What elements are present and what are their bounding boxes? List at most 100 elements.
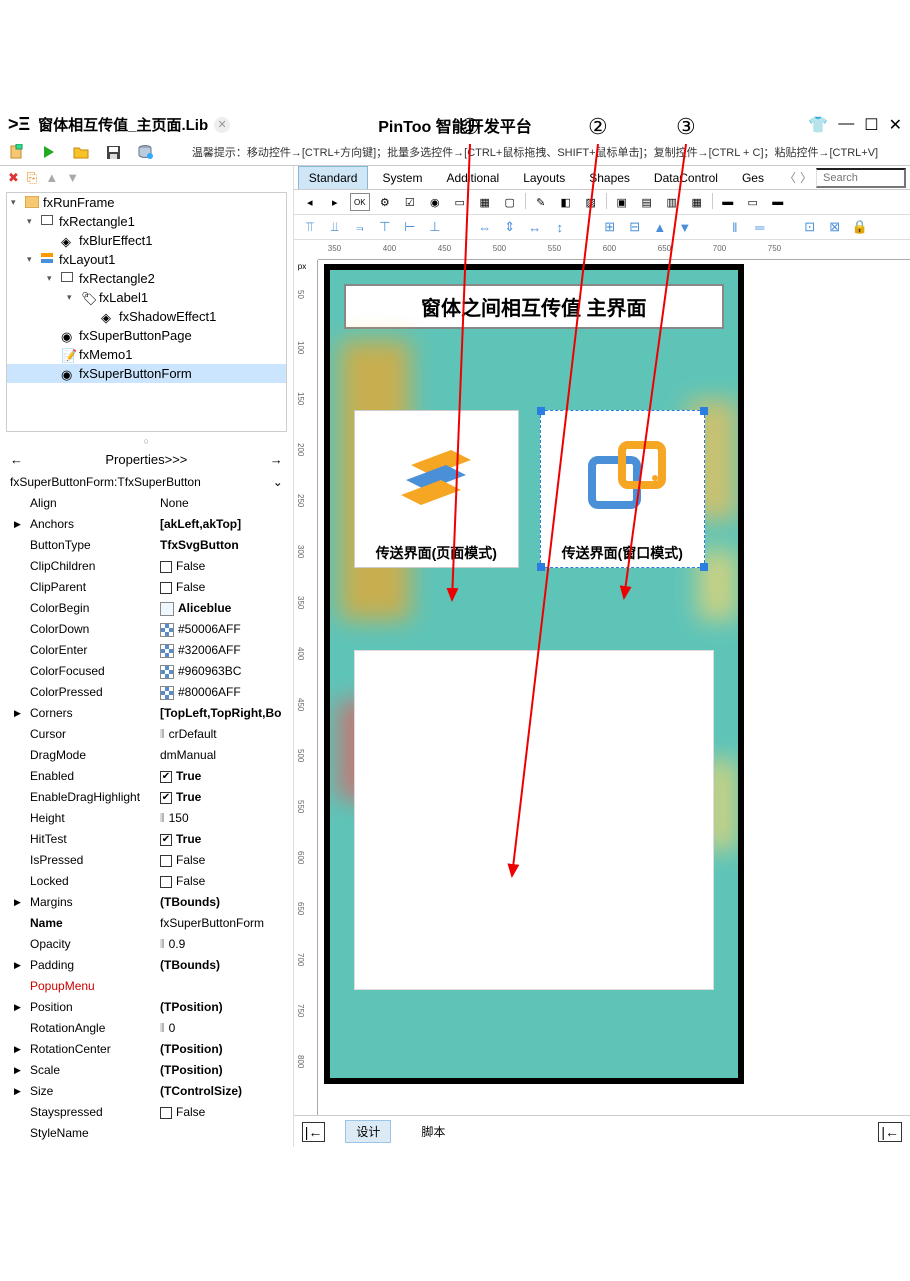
property-value[interactable]: ✔ True bbox=[160, 830, 283, 849]
bring-front-icon[interactable]: ▲ bbox=[650, 218, 670, 236]
property-value[interactable]: None bbox=[160, 494, 283, 513]
grid-comp-icon[interactable]: ▦ bbox=[475, 193, 495, 211]
down-arrow-icon[interactable]: ▼ bbox=[66, 170, 79, 186]
group-icon[interactable]: ⊡ bbox=[800, 218, 820, 236]
property-value[interactable]: (TBounds) bbox=[160, 893, 283, 912]
property-row[interactable]: ButtonTypeTfxSvgButton bbox=[0, 535, 293, 556]
mask-icon[interactable]: ▣ bbox=[612, 193, 632, 211]
tab-design[interactable]: 设计 bbox=[345, 1120, 391, 1143]
checkbox-icon[interactable] bbox=[160, 561, 172, 573]
checkbox-icon[interactable]: ✔ bbox=[160, 834, 172, 846]
tab-standard[interactable]: Standard bbox=[298, 166, 369, 189]
property-row[interactable]: Cursor⫼ crDefault bbox=[0, 724, 293, 745]
tabs-next-icon[interactable]: 〉 bbox=[800, 169, 812, 186]
property-row[interactable]: ▶Padding(TBounds) bbox=[0, 955, 293, 976]
object-selector[interactable]: fxSuperButtonForm:TfxSuperButton ⌄ bbox=[0, 471, 293, 493]
property-value[interactable]: False bbox=[160, 578, 283, 597]
align-left-icon[interactable]: ⫪ bbox=[300, 218, 320, 236]
property-value[interactable]: ⫼ 0 bbox=[160, 1019, 283, 1038]
new-icon[interactable] bbox=[8, 143, 26, 161]
tree-node-sbpage[interactable]: ◉fxSuperButtonPage bbox=[7, 326, 286, 345]
property-value[interactable]: #960963BC bbox=[160, 662, 283, 681]
close-button[interactable]: ✕ bbox=[889, 115, 902, 135]
property-value[interactable]: #80006AFF bbox=[160, 683, 283, 702]
maximize-button[interactable]: ☐ bbox=[864, 115, 878, 135]
center-h-icon[interactable]: ⊞ bbox=[600, 218, 620, 236]
close-tab-button[interactable]: ✕ bbox=[214, 117, 230, 133]
property-value[interactable]: TfxSvgButton bbox=[160, 536, 283, 555]
chevron-down-icon[interactable]: ⌄ bbox=[273, 475, 283, 489]
database-icon[interactable] bbox=[136, 143, 154, 161]
super-button-page[interactable]: 传送界面(页面模式) bbox=[354, 410, 519, 568]
ungroup-icon[interactable]: ⊠ bbox=[825, 218, 845, 236]
property-row[interactable]: ▶Anchors[akLeft,akTop] bbox=[0, 514, 293, 535]
collapse-right-icon[interactable]: |← bbox=[878, 1122, 902, 1142]
property-row[interactable]: Enabled✔ True bbox=[0, 766, 293, 787]
property-value[interactable]: ⫼ crDefault bbox=[160, 725, 283, 744]
property-row[interactable]: ColorBegin Aliceblue bbox=[0, 598, 293, 619]
checkbox-icon[interactable]: ✔ bbox=[160, 792, 172, 804]
properties-label[interactable]: Properties>>> bbox=[105, 452, 187, 467]
property-value[interactable]: ✔ True bbox=[160, 767, 283, 786]
property-row[interactable]: Stayspressed False bbox=[0, 1102, 293, 1123]
align-top-icon[interactable]: ⊤ bbox=[375, 218, 395, 236]
tree-node-layout[interactable]: ▾fxLayout1 bbox=[7, 250, 286, 269]
edit-comp-icon[interactable]: ✎ bbox=[531, 193, 551, 211]
delete-icon[interactable]: ✖ bbox=[8, 170, 19, 186]
selection-handle[interactable] bbox=[700, 407, 708, 415]
eraser-icon[interactable]: ◧ bbox=[556, 193, 576, 211]
property-row[interactable]: RotationAngle⫼ 0 bbox=[0, 1018, 293, 1039]
align-bottom-icon[interactable]: ⊥ bbox=[425, 218, 445, 236]
space-v-icon[interactable]: ═ bbox=[750, 218, 770, 236]
dist-h-icon[interactable]: ⇔ bbox=[475, 218, 495, 236]
property-row[interactable]: Height⫼ 150 bbox=[0, 808, 293, 829]
tab-datacontrol[interactable]: DataControl bbox=[644, 167, 728, 189]
property-value[interactable]: #50006AFF bbox=[160, 620, 283, 639]
property-value[interactable]: Aliceblue bbox=[160, 599, 283, 618]
property-row[interactable]: ColorDown #50006AFF bbox=[0, 619, 293, 640]
minimize-button[interactable]: — bbox=[838, 115, 854, 135]
property-row[interactable]: AlignNone bbox=[0, 493, 293, 514]
align-middle-icon[interactable]: ⊢ bbox=[400, 218, 420, 236]
same-width-icon[interactable]: ↔ bbox=[525, 218, 545, 236]
property-row[interactable]: ClipParent False bbox=[0, 577, 293, 598]
center-v-icon[interactable]: ⊟ bbox=[625, 218, 645, 236]
forward-arrow-icon[interactable]: → bbox=[270, 452, 283, 467]
property-row[interactable]: ColorFocused #960963BC bbox=[0, 661, 293, 682]
property-row[interactable]: DragModedmManual bbox=[0, 745, 293, 766]
tab-ges[interactable]: Ges bbox=[732, 167, 774, 189]
tree-node-memo[interactable]: 📝fxMemo1 bbox=[7, 345, 286, 364]
property-value[interactable]: (TBounds) bbox=[160, 956, 283, 975]
dist-v-icon[interactable]: ⇕ bbox=[500, 218, 520, 236]
send-back-icon[interactable]: ▼ bbox=[675, 218, 695, 236]
nav-back-icon[interactable]: ◂ bbox=[300, 193, 320, 211]
property-value[interactable]: False bbox=[160, 1103, 283, 1122]
property-value[interactable]: (TPosition) bbox=[160, 1061, 283, 1080]
tab-shapes[interactable]: Shapes bbox=[579, 167, 640, 189]
checkbox-icon[interactable] bbox=[160, 876, 172, 888]
back-arrow-icon[interactable]: ← bbox=[10, 452, 23, 467]
property-row[interactable]: Locked False bbox=[0, 871, 293, 892]
tab-additional[interactable]: Additional bbox=[436, 167, 509, 189]
tree-node-runframe[interactable]: ▾fxRunFrame bbox=[7, 193, 286, 212]
tree-node-sbform[interactable]: ◉fxSuperButtonForm bbox=[7, 364, 286, 383]
property-value[interactable] bbox=[160, 977, 283, 996]
design-canvas[interactable]: px 5010015020025030035040045050055060065… bbox=[294, 240, 910, 1115]
property-value[interactable]: (TControlSize) bbox=[160, 1082, 283, 1101]
memo-area[interactable] bbox=[354, 650, 714, 990]
super-button-form[interactable]: 传送界面(窗口模式) bbox=[540, 410, 705, 568]
resize-handle[interactable]: ○ bbox=[0, 434, 293, 448]
property-row[interactable]: ColorEnter #32006AFF bbox=[0, 640, 293, 661]
property-row[interactable]: IsPressed False bbox=[0, 850, 293, 871]
property-value[interactable]: ⫼ 0.9 bbox=[160, 935, 283, 954]
property-value[interactable]: ⫼ 150 bbox=[160, 809, 283, 828]
property-row[interactable]: PopupMenu bbox=[0, 976, 293, 997]
run-icon[interactable] bbox=[40, 143, 58, 161]
properties-grid[interactable]: AlignNone▶Anchors[akLeft,akTop]ButtonTyp… bbox=[0, 493, 293, 1147]
property-row[interactable]: ▶Scale(TPosition) bbox=[0, 1060, 293, 1081]
tree-node-label[interactable]: ▾🏷fxLabel1 bbox=[7, 288, 286, 307]
checkbox-icon[interactable] bbox=[160, 1107, 172, 1119]
same-height-icon[interactable]: ↕ bbox=[550, 218, 570, 236]
property-row[interactable]: ClipChildren False bbox=[0, 556, 293, 577]
up-arrow-icon[interactable]: ▲ bbox=[45, 170, 58, 186]
